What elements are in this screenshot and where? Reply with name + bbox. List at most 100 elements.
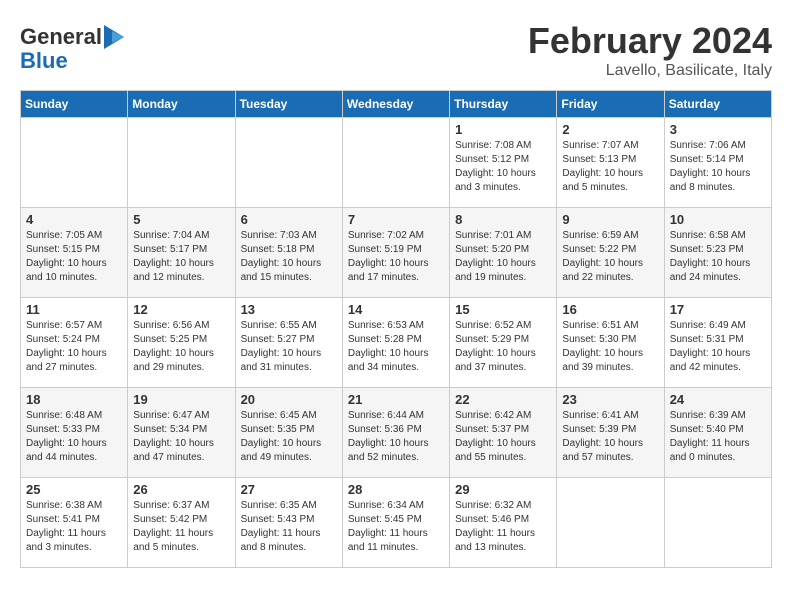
calendar-cell [664, 478, 771, 568]
logo-text-general: General [20, 25, 102, 49]
day-number: 15 [455, 302, 551, 317]
calendar-cell [342, 118, 449, 208]
calendar-week-row: 18Sunrise: 6:48 AM Sunset: 5:33 PM Dayli… [21, 388, 772, 478]
day-content: Sunrise: 7:05 AM Sunset: 5:15 PM Dayligh… [26, 229, 122, 285]
day-number: 10 [670, 212, 766, 227]
calendar-header-row: SundayMondayTuesdayWednesdayThursdayFrid… [21, 91, 772, 118]
day-number: 5 [133, 212, 229, 227]
day-content: Sunrise: 6:37 AM Sunset: 5:42 PM Dayligh… [133, 499, 229, 555]
day-number: 17 [670, 302, 766, 317]
month-title: February 2024 [528, 20, 772, 62]
day-number: 18 [26, 392, 122, 407]
calendar-cell: 15 Sunrise: 6:52 AM Sunset: 5:29 PM Dayli… [450, 298, 557, 388]
day-content: Sunrise: 7:06 AM Sunset: 5:14 PM Dayligh… [670, 139, 766, 195]
calendar-cell: 19 Sunrise: 6:47 AM Sunset: 5:34 PM Dayli… [128, 388, 235, 478]
calendar-cell: 13 Sunrise: 6:55 AM Sunset: 5:27 PM Dayli… [235, 298, 342, 388]
day-header-saturday: Saturday [664, 91, 771, 118]
logo-icon [104, 25, 124, 49]
day-number: 24 [670, 392, 766, 407]
day-number: 20 [241, 392, 337, 407]
day-content: Sunrise: 6:58 AM Sunset: 5:23 PM Dayligh… [670, 229, 766, 285]
calendar-cell: 14 Sunrise: 6:53 AM Sunset: 5:28 PM Dayli… [342, 298, 449, 388]
day-header-wednesday: Wednesday [342, 91, 449, 118]
calendar-cell: 23 Sunrise: 6:41 AM Sunset: 5:39 PM Dayli… [557, 388, 664, 478]
calendar-cell: 6 Sunrise: 7:03 AM Sunset: 5:18 PM Daylig… [235, 208, 342, 298]
day-content: Sunrise: 6:39 AM Sunset: 5:40 PM Dayligh… [670, 409, 766, 465]
day-number: 14 [348, 302, 444, 317]
day-header-monday: Monday [128, 91, 235, 118]
location-subtitle: Lavello, Basilicate, Italy [528, 62, 772, 80]
calendar-cell: 27Sunrise: 6:35 AM Sunset: 5:43 PM Dayli… [235, 478, 342, 568]
calendar-cell: 1 Sunrise: 7:08 AM Sunset: 5:12 PM Daylig… [450, 118, 557, 208]
title-section: February 2024 Lavello, Basilicate, Italy [528, 20, 772, 80]
calendar-cell [128, 118, 235, 208]
day-content: Sunrise: 7:03 AM Sunset: 5:18 PM Dayligh… [241, 229, 337, 285]
page-header: General Blue February 2024 Lavello, Basi… [20, 20, 772, 80]
day-content: Sunrise: 6:42 AM Sunset: 5:37 PM Dayligh… [455, 409, 551, 465]
day-number: 3 [670, 122, 766, 137]
day-number: 13 [241, 302, 337, 317]
calendar-cell: 26 Sunrise: 6:37 AM Sunset: 5:42 PM Dayli… [128, 478, 235, 568]
day-number: 29 [455, 482, 551, 497]
calendar-week-row: 11 Sunrise: 6:57 AM Sunset: 5:24 PM Dayli… [21, 298, 772, 388]
day-number: 11 [26, 302, 122, 317]
calendar-cell: 5Sunrise: 7:04 AM Sunset: 5:17 PM Daylig… [128, 208, 235, 298]
day-content: Sunrise: 7:08 AM Sunset: 5:12 PM Dayligh… [455, 139, 551, 195]
calendar-cell: 28Sunrise: 6:34 AM Sunset: 5:45 PM Dayli… [342, 478, 449, 568]
logo: General Blue [20, 25, 126, 73]
day-number: 21 [348, 392, 444, 407]
calendar-cell: 22 Sunrise: 6:42 AM Sunset: 5:37 PM Dayli… [450, 388, 557, 478]
calendar-week-row: 25 Sunrise: 6:38 AM Sunset: 5:41 PM Dayli… [21, 478, 772, 568]
day-number: 6 [241, 212, 337, 227]
day-number: 7 [348, 212, 444, 227]
day-number: 26 [133, 482, 229, 497]
day-content: Sunrise: 6:45 AM Sunset: 5:35 PM Dayligh… [241, 409, 337, 465]
day-content: Sunrise: 6:52 AM Sunset: 5:29 PM Dayligh… [455, 319, 551, 375]
calendar-cell: 12 Sunrise: 6:56 AM Sunset: 5:25 PM Dayli… [128, 298, 235, 388]
day-header-thursday: Thursday [450, 91, 557, 118]
calendar-cell: 24 Sunrise: 6:39 AM Sunset: 5:40 PM Dayli… [664, 388, 771, 478]
calendar-cell [235, 118, 342, 208]
day-content: Sunrise: 6:38 AM Sunset: 5:41 PM Dayligh… [26, 499, 122, 555]
calendar-week-row: 4Sunrise: 7:05 AM Sunset: 5:15 PM Daylig… [21, 208, 772, 298]
calendar-cell: 21 Sunrise: 6:44 AM Sunset: 5:36 PM Dayli… [342, 388, 449, 478]
day-number: 23 [562, 392, 658, 407]
day-content: Sunrise: 6:47 AM Sunset: 5:34 PM Dayligh… [133, 409, 229, 465]
calendar-cell: 11 Sunrise: 6:57 AM Sunset: 5:24 PM Dayli… [21, 298, 128, 388]
calendar-cell: 2Sunrise: 7:07 AM Sunset: 5:13 PM Daylig… [557, 118, 664, 208]
calendar-table: SundayMondayTuesdayWednesdayThursdayFrid… [20, 90, 772, 568]
calendar-cell: 29 Sunrise: 6:32 AM Sunset: 5:46 PM Dayli… [450, 478, 557, 568]
day-content: Sunrise: 6:41 AM Sunset: 5:39 PM Dayligh… [562, 409, 658, 465]
calendar-week-row: 1 Sunrise: 7:08 AM Sunset: 5:12 PM Daylig… [21, 118, 772, 208]
day-header-tuesday: Tuesday [235, 91, 342, 118]
day-header-friday: Friday [557, 91, 664, 118]
day-content: Sunrise: 6:56 AM Sunset: 5:25 PM Dayligh… [133, 319, 229, 375]
day-number: 16 [562, 302, 658, 317]
logo-text-blue: Blue [20, 48, 68, 73]
day-number: 22 [455, 392, 551, 407]
day-number: 27 [241, 482, 337, 497]
calendar-cell [557, 478, 664, 568]
day-content: Sunrise: 6:44 AM Sunset: 5:36 PM Dayligh… [348, 409, 444, 465]
day-content: Sunrise: 6:51 AM Sunset: 5:30 PM Dayligh… [562, 319, 658, 375]
day-content: Sunrise: 6:59 AM Sunset: 5:22 PM Dayligh… [562, 229, 658, 285]
calendar-cell: 4Sunrise: 7:05 AM Sunset: 5:15 PM Daylig… [21, 208, 128, 298]
day-content: Sunrise: 7:07 AM Sunset: 5:13 PM Dayligh… [562, 139, 658, 195]
day-number: 25 [26, 482, 122, 497]
calendar-cell: 9Sunrise: 6:59 AM Sunset: 5:22 PM Daylig… [557, 208, 664, 298]
calendar-cell: 3 Sunrise: 7:06 AM Sunset: 5:14 PM Daylig… [664, 118, 771, 208]
day-number: 28 [348, 482, 444, 497]
day-number: 1 [455, 122, 551, 137]
calendar-cell: 17Sunrise: 6:49 AM Sunset: 5:31 PM Dayli… [664, 298, 771, 388]
day-number: 8 [455, 212, 551, 227]
day-content: Sunrise: 6:53 AM Sunset: 5:28 PM Dayligh… [348, 319, 444, 375]
calendar-cell: 16 Sunrise: 6:51 AM Sunset: 5:30 PM Dayli… [557, 298, 664, 388]
day-header-sunday: Sunday [21, 91, 128, 118]
day-content: Sunrise: 6:55 AM Sunset: 5:27 PM Dayligh… [241, 319, 337, 375]
calendar-cell: 20 Sunrise: 6:45 AM Sunset: 5:35 PM Dayli… [235, 388, 342, 478]
calendar-cell: 18Sunrise: 6:48 AM Sunset: 5:33 PM Dayli… [21, 388, 128, 478]
day-content: Sunrise: 6:57 AM Sunset: 5:24 PM Dayligh… [26, 319, 122, 375]
day-number: 19 [133, 392, 229, 407]
day-content: Sunrise: 6:32 AM Sunset: 5:46 PM Dayligh… [455, 499, 551, 555]
day-number: 12 [133, 302, 229, 317]
